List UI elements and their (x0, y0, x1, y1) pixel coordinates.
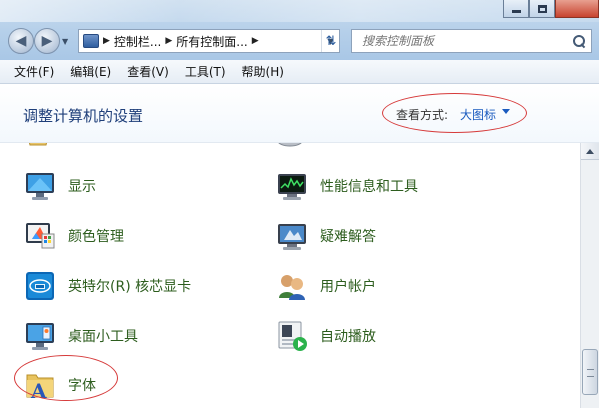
menu-view[interactable]: 查看(V) (119, 61, 177, 83)
navigation-bar: ◀ ▶ ▼ ▶ 控制栏... ▶ 所有控制面... ▶ ▼ ⇅ (0, 26, 599, 56)
breadcrumb-all-items[interactable]: 所有控制面... (176, 33, 247, 50)
list-item-desktop-gadgets[interactable]: 桌面小工具 (24, 318, 138, 354)
item-label: 英特尔(R) 核芯显卡 (68, 279, 192, 295)
close-button[interactable] (555, 0, 599, 18)
annotation-circle-view (382, 93, 527, 133)
refresh-button[interactable]: ⇅ (318, 30, 344, 52)
control-panel-icon (83, 34, 99, 48)
back-arrow-icon: ◀ (15, 33, 27, 49)
item-label: 疑难解答 (320, 229, 376, 245)
display-icon (26, 173, 54, 200)
vertical-scrollbar[interactable] (580, 143, 599, 408)
minimize-icon (511, 10, 521, 13)
item-label: 自动播放 (320, 329, 376, 345)
item-label: 颜色管理 (68, 229, 124, 245)
scroll-up-button[interactable] (581, 143, 599, 160)
item-label: 显示 (68, 179, 96, 195)
partial-item-icon (28, 143, 48, 146)
recent-pages-dropdown[interactable]: ▼ (62, 37, 72, 47)
breadcrumb-separator-icon[interactable]: ▶ (252, 36, 259, 46)
search-input[interactable] (352, 34, 552, 48)
list-item-autoplay[interactable]: 自动播放 (276, 318, 376, 354)
search-box[interactable] (351, 29, 592, 53)
autoplay-icon (278, 321, 307, 351)
partial-item-icon (278, 143, 302, 147)
forward-arrow-icon: ▶ (41, 33, 53, 49)
item-label: 桌面小工具 (68, 329, 138, 345)
menu-file[interactable]: 文件(F) (6, 61, 62, 83)
user-accounts-icon (279, 275, 305, 300)
address-bar[interactable]: ▶ 控制栏... ▶ 所有控制面... ▶ ▼ (78, 29, 340, 53)
intel-graphics-icon (26, 272, 54, 300)
item-label: 用户帐户 (320, 279, 376, 295)
maximize-icon (537, 4, 547, 13)
maximize-button[interactable] (529, 0, 555, 18)
list-item-troubleshooting[interactable]: 疑难解答 (276, 218, 376, 254)
page-title: 调整计算机的设置 (23, 107, 144, 125)
window-buttons (503, 0, 599, 20)
back-button[interactable]: ◀ (8, 28, 34, 54)
annotation-circle-fonts (14, 355, 118, 401)
desktop-gadgets-icon (26, 323, 54, 350)
search-icon[interactable] (573, 35, 585, 47)
list-item-user-accounts[interactable]: 用户帐户 (276, 268, 376, 304)
menu-help[interactable]: 帮助(H) (234, 61, 292, 83)
list-item-color-management[interactable]: 颜色管理 (24, 218, 124, 254)
troubleshooting-icon (278, 224, 306, 250)
menu-bar: 文件(F) 编辑(E) 查看(V) 工具(T) 帮助(H) (0, 60, 599, 84)
forward-button[interactable]: ▶ (34, 28, 60, 54)
color-management-icon (26, 223, 55, 249)
list-item-display[interactable]: 显示 (24, 168, 96, 204)
menu-edit[interactable]: 编辑(E) (62, 61, 119, 83)
refresh-icon: ⇅ (325, 33, 337, 49)
window-chrome: ◀ ▶ ▼ ▶ 控制栏... ▶ 所有控制面... ▶ ▼ ⇅ (0, 0, 599, 60)
content-header: 调整计算机的设置 查看方式: 大图标 (0, 85, 599, 143)
breadcrumb-control-panel[interactable]: 控制栏... (114, 33, 161, 50)
breadcrumb-separator-icon[interactable]: ▶ (165, 36, 172, 46)
minimize-button[interactable] (503, 0, 529, 18)
list-item-intel-graphics[interactable]: 英特尔(R) 核芯显卡 (24, 268, 191, 304)
item-label: 性能信息和工具 (320, 179, 418, 195)
performance-icon (278, 174, 306, 200)
list-item-performance[interactable]: 性能信息和工具 (276, 168, 418, 204)
menu-tools[interactable]: 工具(T) (177, 61, 234, 83)
scroll-thumb[interactable] (582, 349, 598, 395)
breadcrumb-separator-icon[interactable]: ▶ (103, 36, 110, 46)
